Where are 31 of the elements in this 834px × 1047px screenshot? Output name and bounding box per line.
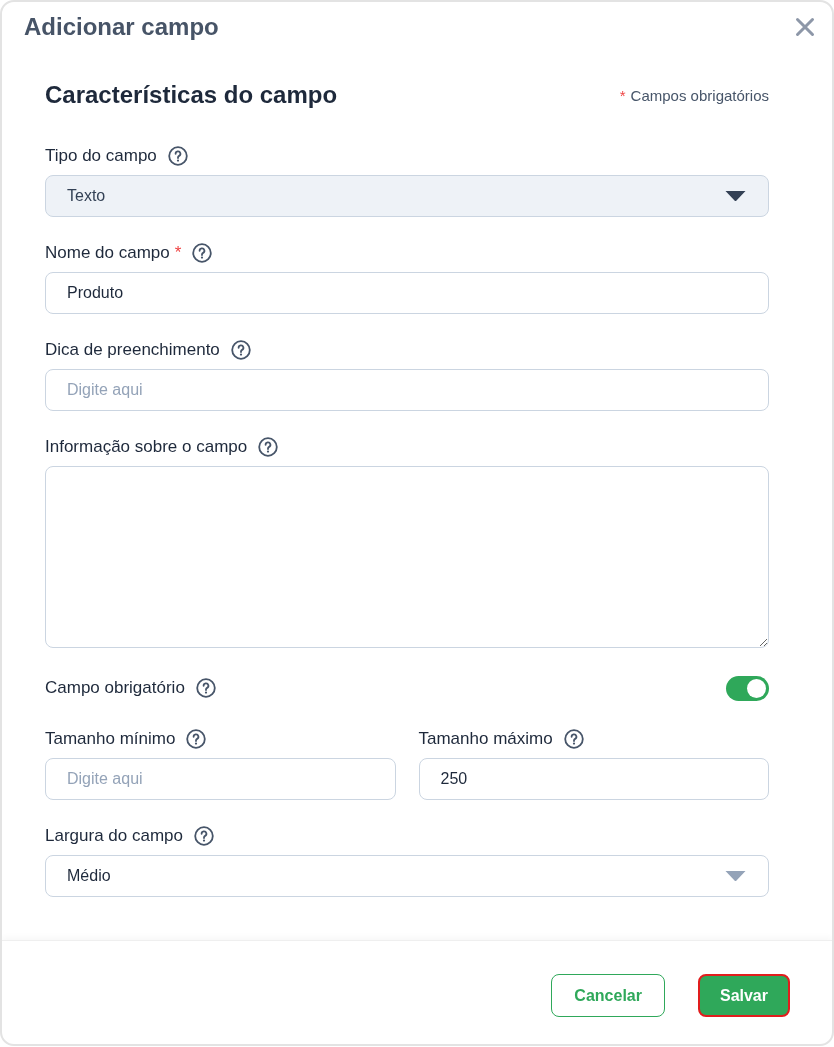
field-label: Largura do campo xyxy=(45,826,183,846)
help-icon[interactable] xyxy=(563,729,584,749)
help-icon[interactable] xyxy=(258,437,279,457)
caret-icon xyxy=(724,870,747,882)
section-title: Características do campo xyxy=(45,81,338,109)
field-label: Campo obrigatório xyxy=(45,678,185,698)
field-label: Nome do campo xyxy=(45,243,170,263)
toggle-switch[interactable] xyxy=(726,675,769,701)
help-icon[interactable] xyxy=(194,826,214,846)
close-button[interactable] xyxy=(795,17,815,37)
help-icon[interactable] xyxy=(167,146,188,166)
text-input[interactable]: Digite aqui xyxy=(45,369,769,411)
help-icon[interactable] xyxy=(186,729,207,749)
help-icon[interactable] xyxy=(195,678,216,698)
caret-icon xyxy=(724,190,747,202)
field-label: Dica de preenchimento xyxy=(45,340,220,360)
field-label: Informação sobre o campo xyxy=(45,437,248,457)
text-input[interactable]: Digite aqui xyxy=(45,758,396,800)
dialog-title: Adicionar campo xyxy=(24,12,219,42)
required-note: Campos obrigatórios xyxy=(630,86,769,104)
field-label: Tipo do campo xyxy=(45,146,157,166)
dropdown[interactable]: Médio xyxy=(45,855,769,897)
help-icon[interactable] xyxy=(192,243,213,263)
text-input[interactable]: 250 xyxy=(418,758,769,800)
close-icon xyxy=(795,17,815,37)
required-asterisk: * xyxy=(619,86,626,104)
field-label: Tamanho mínimo xyxy=(45,729,176,749)
required-asterisk: * xyxy=(174,243,182,263)
help-icon[interactable] xyxy=(230,340,251,360)
text-input[interactable]: Produto xyxy=(45,272,769,314)
field-label: Tamanho máximo xyxy=(418,729,553,749)
